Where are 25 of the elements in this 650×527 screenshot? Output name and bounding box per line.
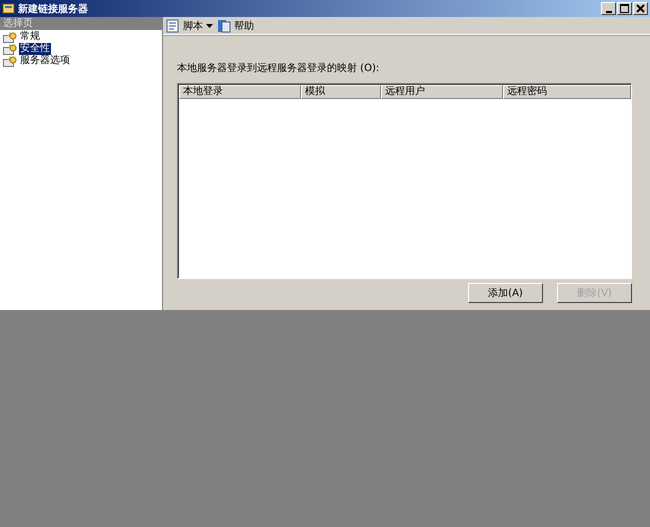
sidebar-item[interactable]: 常规 — [19, 31, 41, 43]
window-icon — [2, 2, 15, 15]
pane-header: 选择页 — [0, 17, 162, 30]
dialog-button[interactable]: 添加(A) — [468, 283, 543, 303]
page-icon — [3, 32, 17, 42]
sidebar-item[interactable]: 安全性 — [19, 43, 51, 55]
minimize-icon — [606, 10, 612, 12]
page-icon — [3, 44, 17, 54]
window-title: 新建链接服务器 — [18, 2, 89, 16]
sidebar-item[interactable]: 服务器选项 — [19, 55, 71, 67]
toolbar-button[interactable]: 脚本 — [166, 18, 213, 32]
toolbar-button[interactable]: 帮助 — [217, 18, 254, 32]
maximize-button[interactable] — [617, 2, 632, 15]
close-icon — [636, 4, 645, 13]
page-icon — [3, 56, 17, 66]
close-button[interactable] — [633, 2, 648, 15]
help-icon — [217, 18, 231, 32]
column-header[interactable]: 远程密码 — [503, 85, 631, 99]
column-header[interactable]: 远程用户 — [381, 85, 503, 99]
caret-icon — [206, 24, 213, 28]
minimize-button[interactable] — [601, 2, 616, 15]
column-header[interactable]: 模拟 — [301, 85, 381, 99]
mapping-label: 本地服务器登录到远程服务器登录的映射 (O): — [177, 62, 380, 75]
column-header[interactable]: 本地登录 — [179, 85, 301, 99]
maximize-icon — [620, 4, 629, 13]
